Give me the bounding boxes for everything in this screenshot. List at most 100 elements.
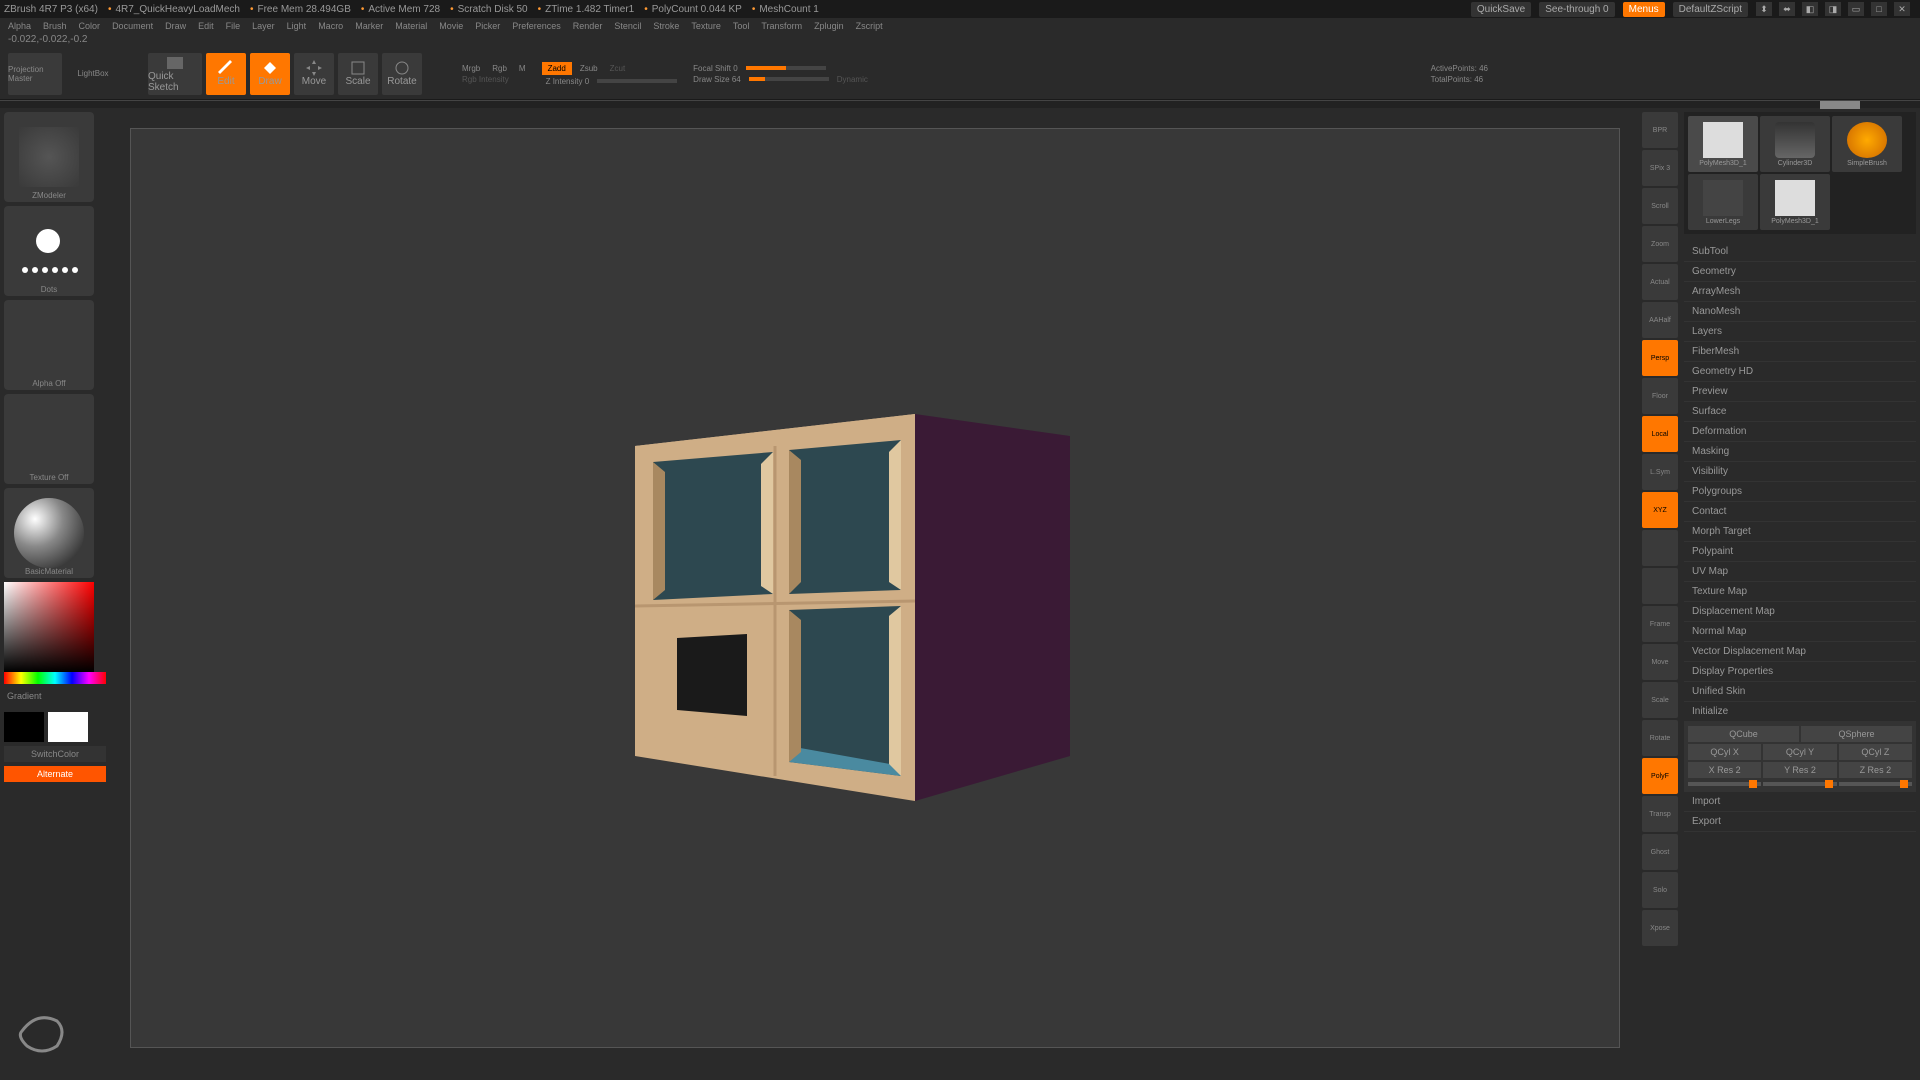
zadd-toggle[interactable]: Zadd	[542, 62, 572, 75]
xres-track[interactable]	[1688, 782, 1761, 786]
tool-thumb-2[interactable]: SimpleBrush	[1832, 116, 1902, 172]
texture-thumbnail[interactable]: Texture Off	[4, 394, 94, 484]
menu-color[interactable]: Color	[75, 21, 105, 31]
panel-layers[interactable]: Layers	[1684, 322, 1916, 342]
menu-edit[interactable]: Edit	[194, 21, 218, 31]
panel-preview[interactable]: Preview	[1684, 382, 1916, 402]
rt-transp[interactable]: Transp	[1642, 796, 1678, 832]
rt-l.sym[interactable]: L.Sym	[1642, 454, 1678, 490]
menu-light[interactable]: Light	[283, 21, 311, 31]
win-close[interactable]: ✕	[1894, 2, 1910, 16]
win-btn-3[interactable]: ◧	[1802, 2, 1818, 16]
rt-bpr[interactable]: BPR	[1642, 112, 1678, 148]
panel-polygroups[interactable]: Polygroups	[1684, 482, 1916, 502]
rt-btn12[interactable]	[1642, 568, 1678, 604]
rt-persp[interactable]: Persp	[1642, 340, 1678, 376]
rt-actual[interactable]: Actual	[1642, 264, 1678, 300]
qcyly-button[interactable]: QCyl Y	[1763, 744, 1836, 760]
rt-frame[interactable]: Frame	[1642, 606, 1678, 642]
menu-material[interactable]: Material	[391, 21, 431, 31]
rgb-toggle[interactable]: Rgb	[488, 64, 511, 73]
panel-fibermesh[interactable]: FiberMesh	[1684, 342, 1916, 362]
alternate-button[interactable]: Alternate	[4, 766, 106, 782]
panel-normal-map[interactable]: Normal Map	[1684, 622, 1916, 642]
viewport-canvas[interactable]	[130, 128, 1620, 1048]
rt-rotate[interactable]: Rotate	[1642, 720, 1678, 756]
brush-thumbnail[interactable]: ZModeler	[4, 112, 94, 202]
switchcolor-button[interactable]: SwitchColor	[4, 746, 106, 762]
menu-alpha[interactable]: Alpha	[4, 21, 35, 31]
scale-button[interactable]: Scale	[338, 53, 378, 95]
tool-thumb-0[interactable]: PolyMesh3D_1	[1688, 116, 1758, 172]
zres-track[interactable]	[1839, 782, 1912, 786]
rt-floor[interactable]: Floor	[1642, 378, 1678, 414]
material-thumbnail[interactable]: BasicMaterial	[4, 488, 94, 578]
panel-display-properties[interactable]: Display Properties	[1684, 662, 1916, 682]
rt-polyf[interactable]: PolyF	[1642, 758, 1678, 794]
focal-shift-slider[interactable]	[746, 66, 826, 70]
seethrough-slider[interactable]: See-through 0	[1539, 2, 1614, 17]
zscript-button[interactable]: DefaultZScript	[1673, 2, 1748, 17]
win-btn-2[interactable]: ⬌	[1779, 2, 1795, 16]
menu-document[interactable]: Document	[108, 21, 157, 31]
focal-shift-label[interactable]: Focal Shift 0	[689, 64, 741, 73]
mrgb-toggle[interactable]: Mrgb	[458, 64, 484, 73]
rt-xpose[interactable]: Xpose	[1642, 910, 1678, 946]
panel-deformation[interactable]: Deformation	[1684, 422, 1916, 442]
qsphere-button[interactable]: QSphere	[1801, 726, 1912, 742]
menu-macro[interactable]: Macro	[314, 21, 347, 31]
win-btn-1[interactable]: ⬍	[1756, 2, 1772, 16]
panel-displacement-map[interactable]: Displacement Map	[1684, 602, 1916, 622]
panel-visibility[interactable]: Visibility	[1684, 462, 1916, 482]
rotate-button[interactable]: Rotate	[382, 53, 422, 95]
menu-movie[interactable]: Movie	[435, 21, 467, 31]
shelf-handle[interactable]	[1820, 101, 1860, 109]
color-picker[interactable]	[4, 582, 106, 684]
menu-texture[interactable]: Texture	[687, 21, 725, 31]
menu-stroke[interactable]: Stroke	[649, 21, 683, 31]
menu-draw[interactable]: Draw	[161, 21, 190, 31]
import-button[interactable]: Import	[1684, 792, 1916, 812]
panel-surface[interactable]: Surface	[1684, 402, 1916, 422]
draw-size-slider[interactable]	[749, 77, 829, 81]
tool-thumb-1[interactable]: Cylinder3D	[1760, 116, 1830, 172]
qcylz-button[interactable]: QCyl Z	[1839, 744, 1912, 760]
qcube-button[interactable]: QCube	[1688, 726, 1799, 742]
panel-contact[interactable]: Contact	[1684, 502, 1916, 522]
rt-solo[interactable]: Solo	[1642, 872, 1678, 908]
panel-unified-skin[interactable]: Unified Skin	[1684, 682, 1916, 702]
qcylx-button[interactable]: QCyl X	[1688, 744, 1761, 760]
move-button[interactable]: Move	[294, 53, 334, 95]
menu-brush[interactable]: Brush	[39, 21, 71, 31]
rt-scale[interactable]: Scale	[1642, 682, 1678, 718]
gradient-label[interactable]: Gradient	[4, 688, 106, 704]
panel-initialize[interactable]: Initialize	[1684, 702, 1916, 722]
rt-move[interactable]: Move	[1642, 644, 1678, 680]
rt-zoom[interactable]: Zoom	[1642, 226, 1678, 262]
mesh-object[interactable]	[605, 406, 1085, 806]
swatch-black[interactable]	[4, 712, 44, 742]
menu-layer[interactable]: Layer	[248, 21, 279, 31]
zcut-toggle[interactable]: Zcut	[606, 64, 630, 73]
rt-scroll[interactable]: Scroll	[1642, 188, 1678, 224]
menu-picker[interactable]: Picker	[471, 21, 504, 31]
panel-texture-map[interactable]: Texture Map	[1684, 582, 1916, 602]
draw-button[interactable]: Draw	[250, 53, 290, 95]
panel-subtool[interactable]: SubTool	[1684, 242, 1916, 262]
stroke-thumbnail[interactable]: Dots	[4, 206, 94, 296]
rt-aahalf[interactable]: AAHalf	[1642, 302, 1678, 338]
projection-master-button[interactable]: Projection Master	[8, 53, 62, 95]
swatch-white[interactable]	[48, 712, 88, 742]
tool-thumb-3[interactable]: LowerLegs	[1688, 174, 1758, 230]
menu-zplugin[interactable]: Zplugin	[810, 21, 848, 31]
edit-button[interactable]: Edit	[206, 53, 246, 95]
export-button[interactable]: Export	[1684, 812, 1916, 832]
panel-nanomesh[interactable]: NanoMesh	[1684, 302, 1916, 322]
rt-spix-3[interactable]: SPix 3	[1642, 150, 1678, 186]
m-toggle[interactable]: M	[515, 64, 530, 73]
panel-arraymesh[interactable]: ArrayMesh	[1684, 282, 1916, 302]
tool-thumb-4[interactable]: PolyMesh3D_1	[1760, 174, 1830, 230]
panel-polypaint[interactable]: Polypaint	[1684, 542, 1916, 562]
menu-zscript[interactable]: Zscript	[852, 21, 887, 31]
lightbox-button[interactable]: LightBox	[66, 53, 120, 95]
